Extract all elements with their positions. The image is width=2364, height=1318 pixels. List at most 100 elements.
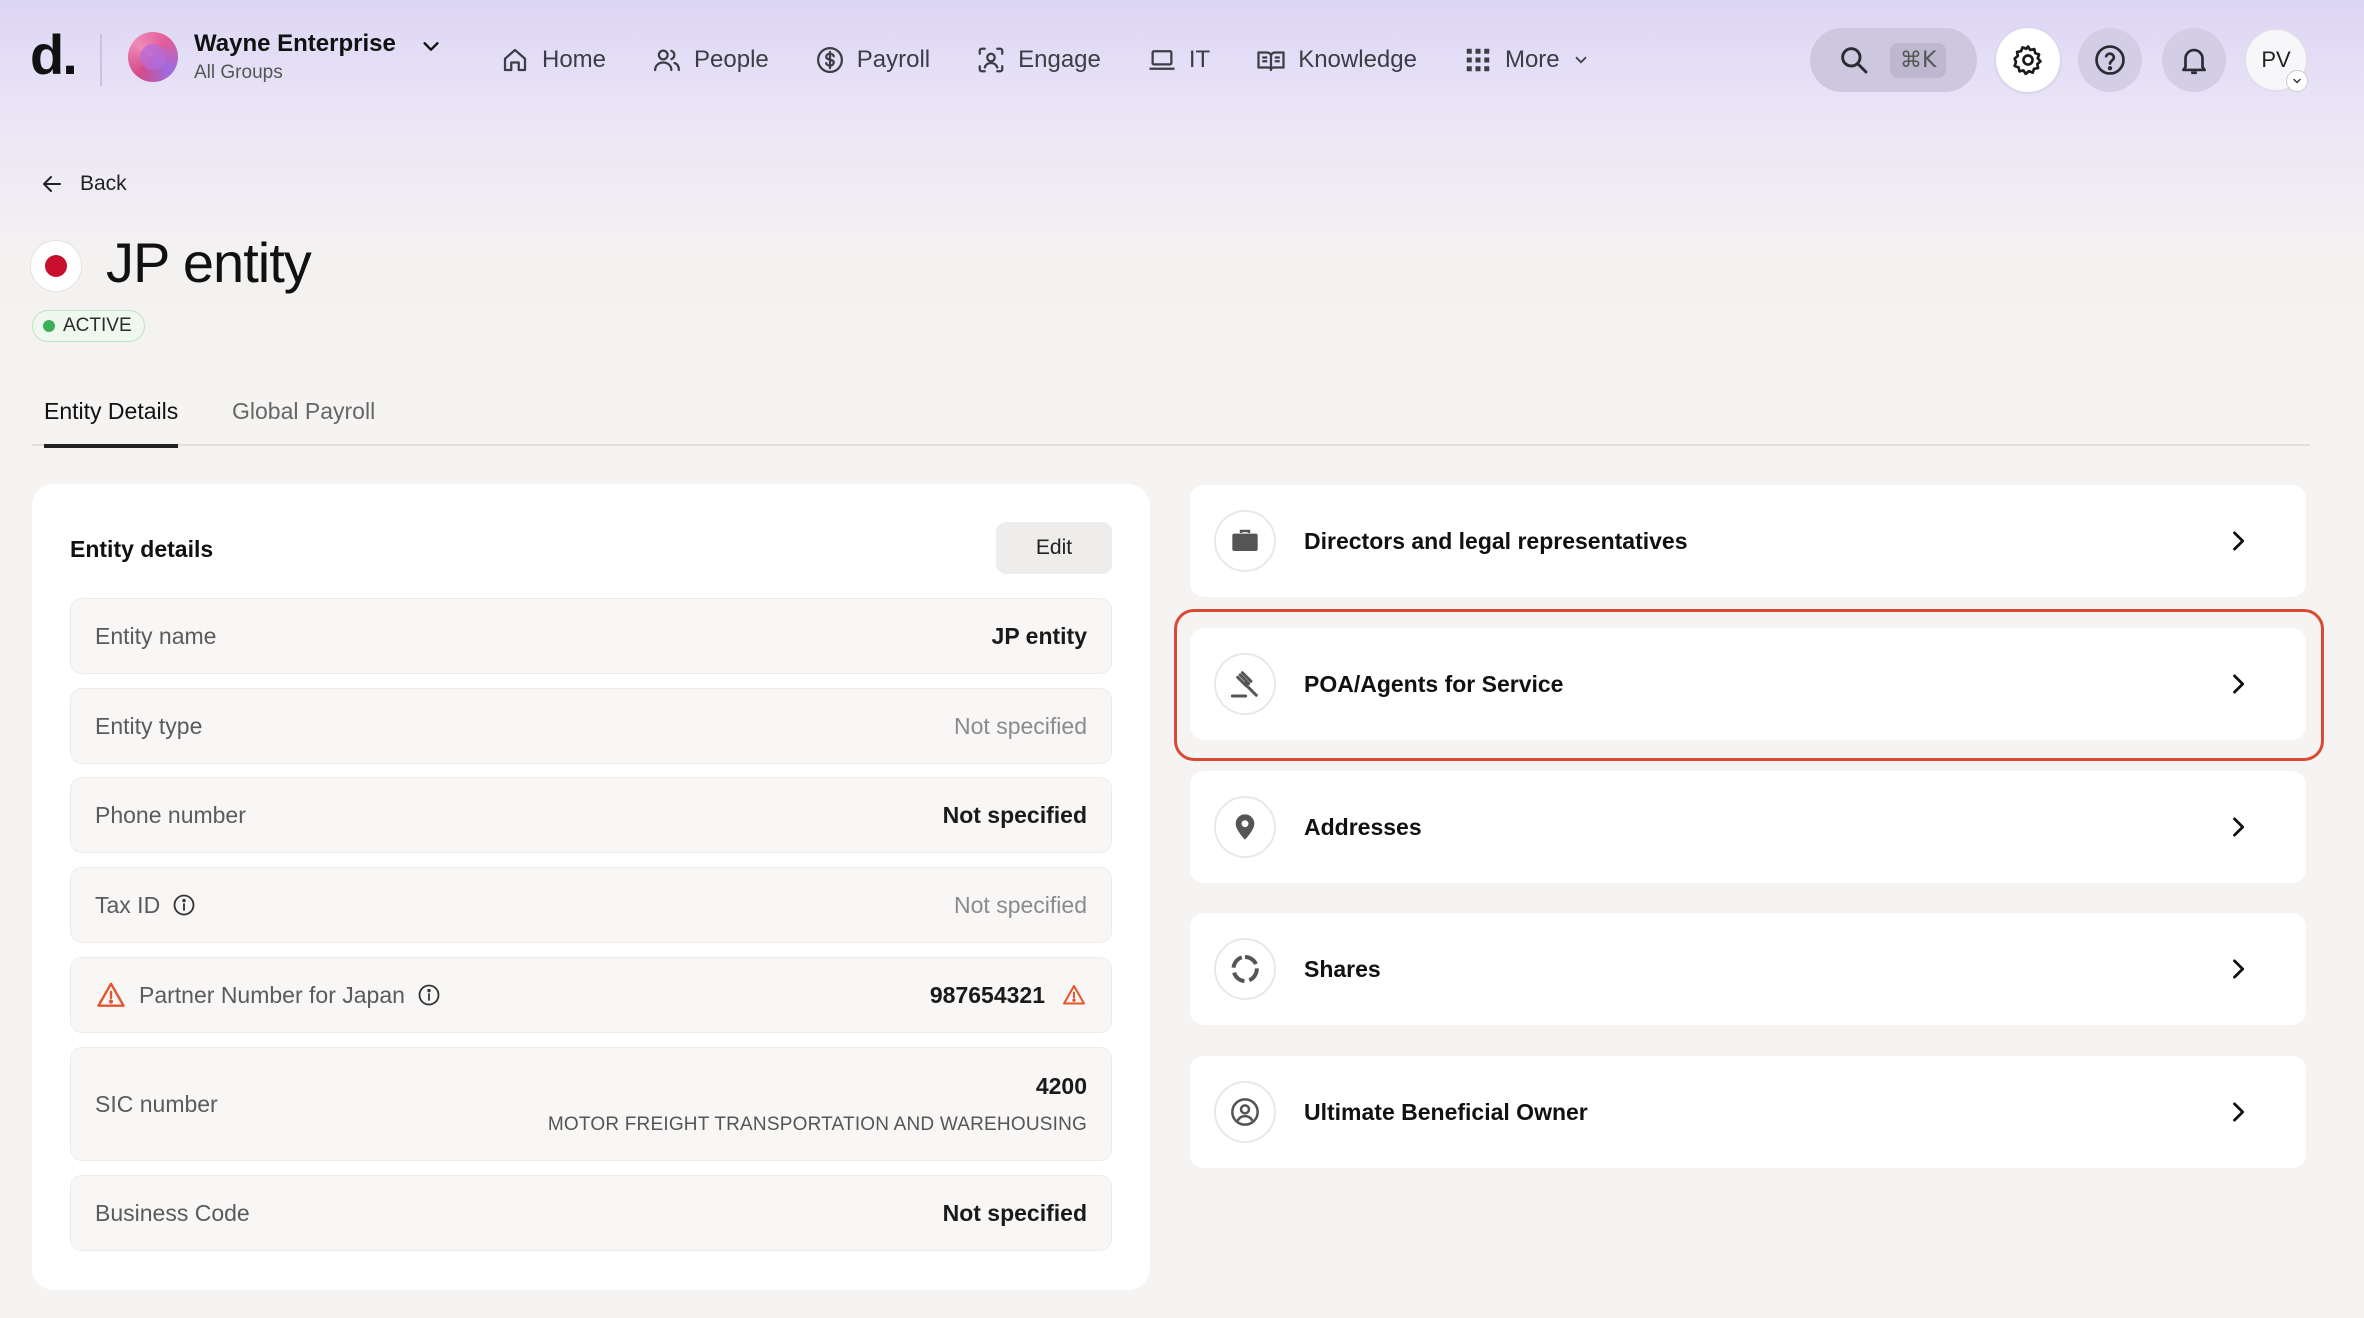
detail-value: Not specified bbox=[954, 891, 1087, 918]
section-poa-agents[interactable]: POA/Agents for Service bbox=[1190, 628, 2306, 740]
user-avatar-button[interactable]: PV bbox=[2244, 28, 2308, 92]
detail-row-phone-number: Phone number Not specified bbox=[70, 777, 1112, 853]
nav-people-label: People bbox=[694, 46, 769, 73]
user-menu-badge bbox=[2286, 70, 2308, 92]
japan-flag-icon bbox=[30, 240, 82, 292]
section-label: Addresses bbox=[1304, 813, 1422, 840]
search-icon bbox=[1841, 47, 1868, 74]
notifications-button[interactable] bbox=[2162, 28, 2226, 92]
pie-ring-icon bbox=[1231, 955, 1259, 983]
nav-people[interactable]: People bbox=[652, 40, 769, 80]
detail-value: Not specified bbox=[942, 801, 1087, 828]
detail-value: 987654321 bbox=[930, 982, 1087, 1009]
status-dot bbox=[43, 320, 55, 332]
flag-dot bbox=[45, 255, 67, 277]
help-icon bbox=[2095, 45, 2125, 75]
main-nav: Home People Payroll Engage IT Knowledge … bbox=[500, 40, 1590, 80]
detail-row-business-code: Business Code Not specified bbox=[70, 1175, 1112, 1251]
sic-description: MOTOR FREIGHT TRANSPORTATION AND WAREHOU… bbox=[547, 1113, 1087, 1135]
edit-button[interactable]: Edit bbox=[996, 522, 1112, 574]
detail-label: SIC number bbox=[95, 1090, 218, 1117]
status-label: ACTIVE bbox=[63, 315, 132, 336]
nav-home-label: Home bbox=[542, 46, 607, 73]
people-icon bbox=[654, 49, 681, 72]
warning-icon bbox=[1063, 985, 1085, 1005]
tab-global-payroll[interactable]: Global Payroll bbox=[232, 398, 375, 425]
detail-label: Business Code bbox=[95, 1199, 250, 1226]
section-icon-wrap bbox=[1214, 1081, 1276, 1143]
entity-details-card: Entity details Edit Entity name JP entit… bbox=[32, 484, 1150, 1290]
card-title: Entity details bbox=[70, 536, 214, 562]
detail-row-entity-name: Entity name JP entity bbox=[70, 598, 1112, 674]
bell-icon bbox=[2182, 48, 2206, 75]
detail-value: Not specified bbox=[954, 712, 1087, 739]
detail-row-entity-type: Entity type Not specified bbox=[70, 688, 1112, 764]
detail-label: Entity name bbox=[95, 622, 217, 649]
org-text: Wayne Enterprise All Groups bbox=[194, 30, 396, 84]
section-ultimate-beneficial-owner[interactable]: Ultimate Beneficial Owner bbox=[1190, 1056, 2306, 1168]
location-pin-icon bbox=[1235, 814, 1255, 840]
nav-knowledge-label: Knowledge bbox=[1298, 46, 1417, 73]
briefcase-icon bbox=[1232, 529, 1258, 551]
nav-more-label: More bbox=[1504, 46, 1560, 73]
home-icon bbox=[503, 48, 527, 72]
section-label: POA/Agents for Service bbox=[1304, 670, 1564, 697]
laptop-icon bbox=[1149, 50, 1175, 70]
detail-label: Entity type bbox=[95, 712, 203, 739]
nav-payroll[interactable]: Payroll bbox=[815, 40, 930, 80]
section-icon-wrap bbox=[1214, 653, 1276, 715]
app-logo[interactable]: d. bbox=[30, 22, 78, 87]
gavel-icon bbox=[1230, 671, 1258, 698]
help-button[interactable] bbox=[2078, 28, 2142, 92]
section-shares[interactable]: Shares bbox=[1190, 913, 2306, 1025]
nav-home[interactable]: Home bbox=[500, 40, 606, 80]
org-avatar bbox=[128, 32, 178, 82]
section-icon-wrap bbox=[1214, 938, 1276, 1000]
chevron-down-icon bbox=[423, 42, 439, 51]
sic-code: 4200 bbox=[1035, 1072, 1087, 1099]
detail-row-sic-number: SIC number 4200 MOTOR FREIGHT TRANSPORTA… bbox=[70, 1047, 1112, 1161]
engage-icon bbox=[978, 47, 1004, 73]
org-switcher[interactable]: Wayne Enterprise All Groups bbox=[128, 30, 442, 84]
back-link[interactable]: Back bbox=[40, 172, 127, 196]
page-title: JP entity bbox=[106, 231, 312, 294]
top-nav-bar: d. Wayne Enterprise All Groups Home Peop… bbox=[0, 0, 2364, 120]
info-icon[interactable] bbox=[172, 893, 196, 917]
settings-button[interactable] bbox=[1996, 28, 2060, 92]
detail-label-text: Tax ID bbox=[95, 891, 161, 918]
section-directors[interactable]: Directors and legal representatives bbox=[1190, 485, 2306, 597]
gear-icon bbox=[2013, 45, 2042, 76]
nav-more[interactable]: More bbox=[1463, 40, 1590, 80]
section-label: Ultimate Beneficial Owner bbox=[1304, 1098, 1588, 1125]
user-initials: PV bbox=[2261, 47, 2291, 72]
status-badge: ACTIVE bbox=[32, 310, 145, 342]
detail-row-partner-number: Partner Number for Japan 987654321 bbox=[70, 957, 1112, 1033]
chevron-down-icon bbox=[2293, 78, 2301, 84]
chevron-right-icon bbox=[2233, 674, 2245, 694]
back-label: Back bbox=[80, 172, 127, 195]
nav-engage[interactable]: Engage bbox=[976, 40, 1101, 80]
detail-label: Phone number bbox=[95, 801, 246, 828]
detail-value: 4200 MOTOR FREIGHT TRANSPORTATION AND WA… bbox=[548, 1073, 1087, 1136]
grid-icon bbox=[1466, 48, 1490, 72]
chevron-right-icon bbox=[2233, 531, 2245, 551]
arrow-left-icon bbox=[43, 176, 61, 192]
partner-number-value: 987654321 bbox=[929, 981, 1045, 1008]
section-addresses[interactable]: Addresses bbox=[1190, 771, 2306, 883]
info-icon[interactable] bbox=[417, 983, 441, 1007]
nav-it-label: IT bbox=[1188, 46, 1211, 73]
tab-entity-details[interactable]: Entity Details bbox=[44, 398, 179, 448]
detail-label-text: Partner Number for Japan bbox=[139, 981, 405, 1008]
detail-row-tax-id: Tax ID Not specified bbox=[70, 867, 1112, 943]
global-search-button[interactable]: ⌘K bbox=[1810, 28, 1977, 92]
detail-value: Not specified bbox=[942, 1199, 1087, 1226]
nav-knowledge[interactable]: Knowledge bbox=[1256, 40, 1417, 80]
chevron-down-icon bbox=[1575, 56, 1587, 64]
nav-engage-label: Engage bbox=[1018, 46, 1101, 73]
chevron-right-icon bbox=[2233, 1102, 2245, 1122]
user-circle-icon bbox=[1231, 1098, 1259, 1126]
tab-bar: Entity Details Global Payroll bbox=[32, 386, 2310, 448]
section-icon-wrap bbox=[1214, 510, 1276, 572]
nav-it[interactable]: IT bbox=[1147, 40, 1210, 80]
section-label: Shares bbox=[1304, 955, 1381, 982]
